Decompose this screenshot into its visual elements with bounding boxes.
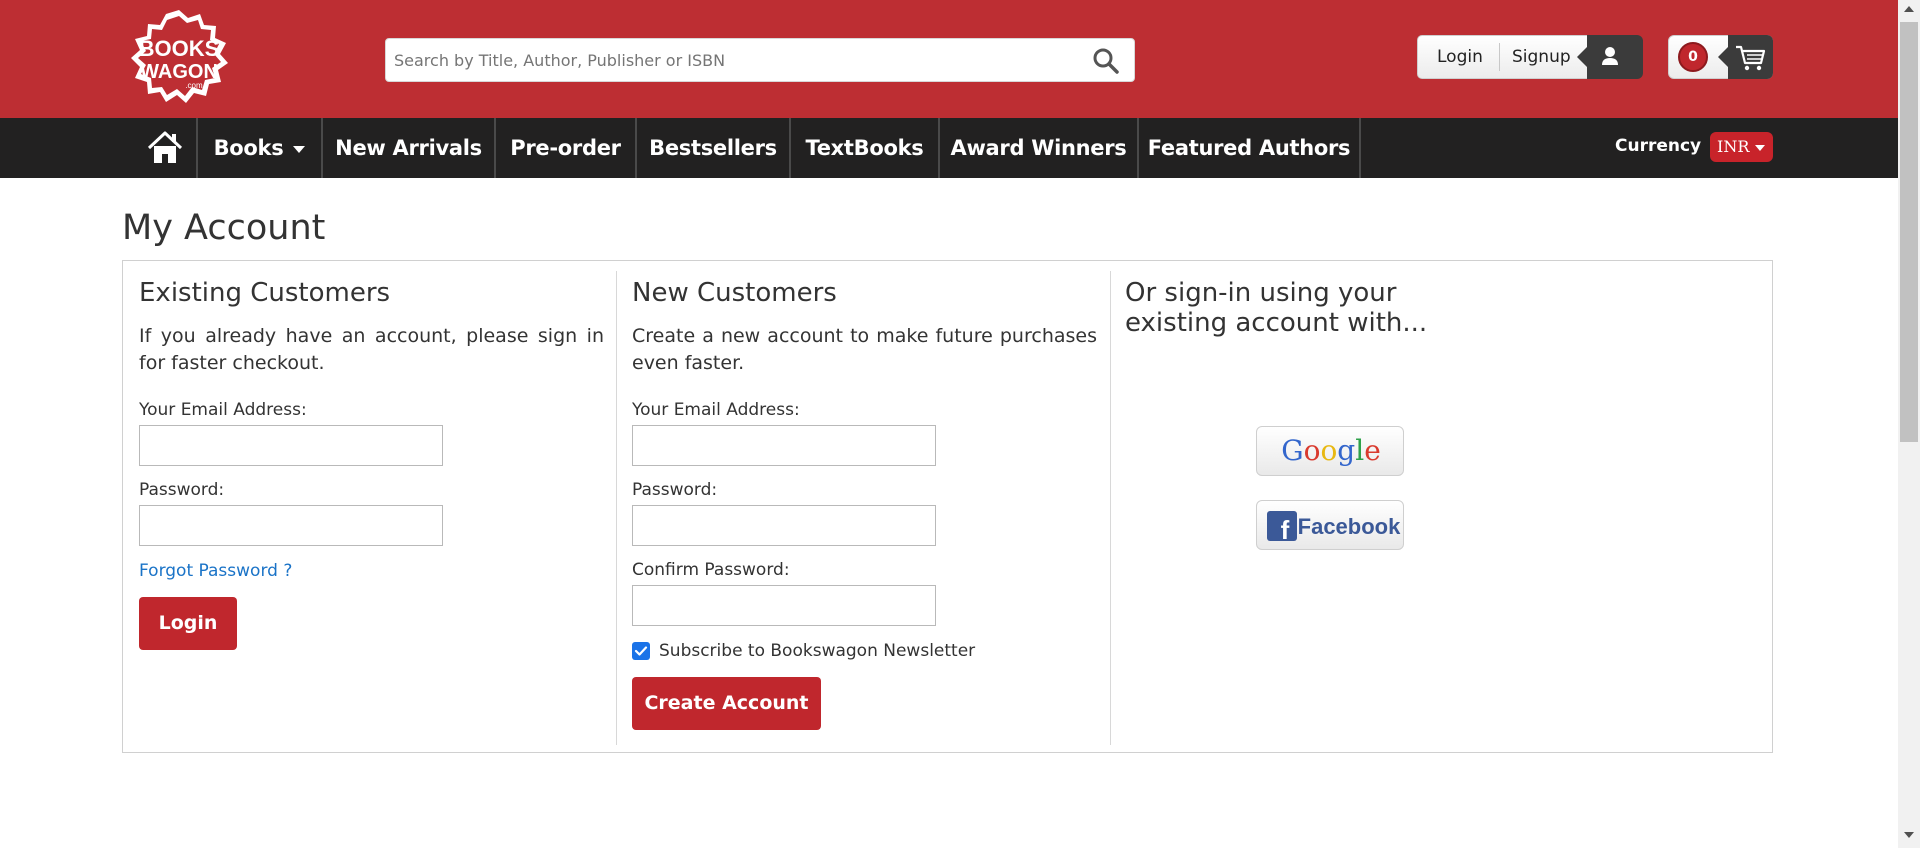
nav-new-arrivals[interactable]: New Arrivals [323,118,494,178]
facebook-login-button[interactable]: f Facebook [1256,500,1404,550]
svg-text:.com: .com [185,81,203,90]
login-email-field[interactable] [139,425,443,466]
create-account-button[interactable]: Create Account [632,677,821,730]
nav-featured-authors[interactable]: Featured Authors [1139,118,1359,178]
new-customers-description: Create a new account to make future purc… [632,325,1097,374]
register-email-label: Your Email Address: [632,400,800,420]
nav-books[interactable]: Books [198,118,321,178]
svg-text:WAGON: WAGON [140,61,218,83]
currency-label: Currency [1615,136,1702,156]
cart-count-badge: 0 [1678,42,1708,72]
forgot-password-link[interactable]: Forgot Password ? [139,561,292,581]
svg-text:f: f [1281,515,1290,545]
svg-text:BOOKS: BOOKS [139,36,220,61]
register-password-field[interactable] [632,505,936,546]
chevron-down-icon [1755,145,1765,151]
search-bar [385,38,1135,82]
register-email-field[interactable] [632,425,936,466]
existing-customers-description: If you already have an account, please s… [139,325,604,374]
nav-books-label: Books [213,136,284,160]
confirm-password-field[interactable] [632,585,936,626]
auth-divider [1499,43,1500,71]
login-link[interactable]: Login [1437,47,1483,67]
svg-text:Facebook: Facebook [1298,514,1401,539]
confirm-password-label: Confirm Password: [632,560,790,580]
search-icon[interactable] [1092,47,1120,75]
login-email-label: Your Email Address: [139,400,307,420]
register-password-label: Password: [632,480,718,500]
main-nav: Books New Arrivals Pre-order Bestsellers… [0,118,1898,178]
google-logo-text: Google [1281,434,1381,467]
cart-widget[interactable]: 0 [1668,35,1773,79]
site-header: BOOKS WAGON .com Login Signup 0 [0,0,1898,118]
nav-award-winners[interactable]: Award Winners [940,118,1137,178]
social-login-heading: Or sign-in using your existing account w… [1125,278,1428,338]
chevron-down-icon [293,145,306,153]
login-password-field[interactable] [139,505,443,546]
nav-textbooks[interactable]: TextBooks [791,118,938,178]
nav-pre-order[interactable]: Pre-order [496,118,635,178]
home-icon[interactable] [136,118,194,178]
scroll-up-arrow-icon[interactable] [1904,6,1914,12]
newsletter-label: Subscribe to Bookswagon Newsletter [659,641,976,661]
bookswagon-logo[interactable]: BOOKS WAGON .com [122,8,236,108]
login-password-label: Password: [139,480,225,500]
cart-icon[interactable] [1718,35,1773,79]
search-input[interactable] [386,39,1076,81]
nav-bestsellers[interactable]: Bestsellers [637,118,789,178]
user-icon[interactable] [1577,35,1643,79]
currency-value: INR [1717,137,1750,156]
new-customers-heading: New Customers [632,278,837,308]
scrollbar-thumb[interactable] [1900,22,1918,442]
scroll-down-arrow-icon[interactable] [1904,832,1914,838]
google-login-button[interactable]: Google [1256,426,1404,476]
account-links: Login Signup [1417,35,1643,79]
account-panel: Existing Customers If you already have a… [122,260,1773,753]
login-button[interactable]: Login [139,597,237,650]
newsletter-checkbox[interactable] [632,642,650,660]
currency-select[interactable]: INR [1710,132,1773,162]
page-title: My Account [122,208,326,248]
signup-link[interactable]: Signup [1512,47,1571,67]
existing-customers-heading: Existing Customers [139,278,391,308]
